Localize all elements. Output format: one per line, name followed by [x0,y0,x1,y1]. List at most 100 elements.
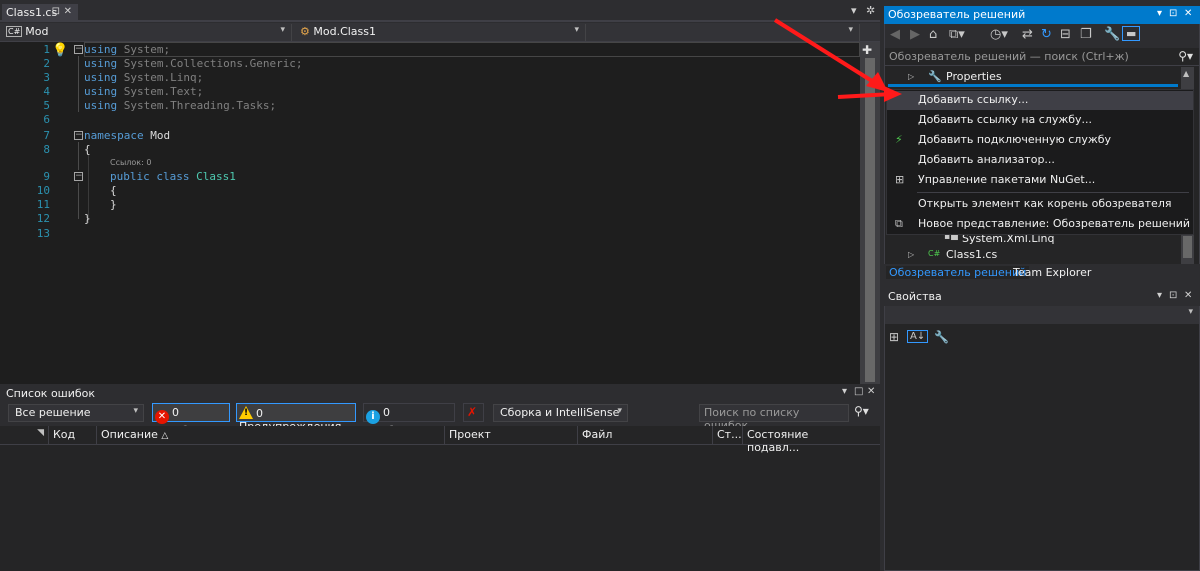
column-project[interactable]: Проект [444,426,577,445]
warnings-filter-button[interactable]: !0 Предупреждения [236,403,356,433]
member-dropdown[interactable]: ▾ [588,24,860,41]
close-icon[interactable]: ✕ [867,386,875,397]
close-tab-icon[interactable]: ✕ [64,6,72,17]
collapse-usings-icon[interactable]: − [74,45,83,54]
column-icon[interactable]: ◥ [2,426,48,445]
tab-team-explorer[interactable]: Team Explorer [1010,266,1094,279]
messages-filter-button[interactable]: i0 Сообщения [363,403,455,437]
class-icon: ⚙ [300,25,310,38]
settings-gear-icon[interactable]: ✲ [866,4,875,17]
codelens-references[interactable]: Ссылок: 0 [110,158,151,168]
project-dropdown[interactable]: C# Mod ▾ [2,24,292,41]
code-line: { [84,143,91,157]
plug-icon: ⚡ [895,133,903,146]
pin-icon[interactable]: ⊡ [1169,8,1177,19]
tree-item-label: Class1.cs [946,248,998,261]
categorized-icon[interactable]: ⊞ [889,330,899,344]
chevron-down-icon: ▾ [280,25,285,35]
close-icon[interactable]: ✕ [1184,8,1192,19]
back-icon[interactable]: ◀ [890,27,900,42]
code-text: { [84,143,91,156]
menu-item-label: Добавить анализатор... [918,153,1055,166]
switch-view-icon[interactable]: ⧉▾ [949,27,965,42]
class-dropdown[interactable]: ⚙ Mod.Class1 ▾ [296,24,586,41]
lightbulb-icon[interactable]: 💡 [52,43,68,58]
preview-selected-icon[interactable]: ▬ [1122,26,1141,41]
menu-item-scope-to-this[interactable]: Открыть элемент как корень обозревателя [887,195,1193,214]
collapse-class-icon[interactable]: − [74,172,83,181]
code-line: namespace Mod [84,129,170,143]
menu-item-add-reference[interactable]: Добавить ссылку... [887,91,1193,110]
collapse-namespace-icon[interactable]: − [74,131,83,140]
editor-scroll-thumb[interactable] [865,58,875,382]
chevron-down-icon[interactable]: ▾ [1157,8,1162,19]
tab-solution-explorer[interactable]: Обозреватель решений [886,266,1030,279]
solution-search-input[interactable]: Обозреватель решений — поиск (Ctrl+ж) ⚲▾ [885,48,1199,66]
warning-icon: ! [239,406,253,419]
fold-guide [78,183,79,219]
code-keyword: using [84,71,118,84]
search-icon[interactable]: ⚲▾ [854,404,869,418]
properties-wrench-icon[interactable]: 🔧 [1104,27,1120,42]
code-keyword: namespace [84,129,144,142]
properties-panel [884,288,1200,571]
errors-filter-button[interactable]: ✕0 Ошибки [152,403,230,437]
sync-icon[interactable]: ⇄ [1022,27,1033,42]
code-keyword: using [84,57,118,70]
error-search-input[interactable]: Поиск по списку ошибок [699,404,849,432]
scope-dropdown[interactable]: Все решение ▾ [8,404,144,422]
collapse-all-icon[interactable]: ⊟ [1060,27,1071,42]
pin-icon[interactable]: ⊡ [52,6,60,17]
solution-explorer-scroll-thumb[interactable] [1183,236,1192,258]
menu-item-new-view[interactable]: ⧉ Новое представление: Обозреватель решен… [887,215,1193,234]
menu-item-add-service-reference[interactable]: Добавить ссылку на службу... [887,111,1193,130]
tree-item-properties[interactable]: ▷ 🔧 Properties [886,69,1180,85]
column-line[interactable]: Ст... [712,426,742,445]
chevron-down-icon: ▾ [617,406,622,416]
code-keyword: public class [110,170,190,183]
code-line: using System.Threading.Tasks; [84,99,276,113]
chevron-down-icon[interactable]: ▾ [842,386,847,397]
column-suppression[interactable]: Состояние подавл... [742,426,862,454]
document-tab-class1[interactable]: Class1.cs ⊡ ✕ [2,4,78,22]
column-description-label: Описание [101,428,158,441]
scroll-up-icon[interactable]: ▲ [1183,69,1189,78]
line-number: 5 [43,99,50,112]
forward-icon[interactable]: ▶ [910,27,920,42]
menu-item-add-connected-service[interactable]: ⚡ Добавить подключенную службу [887,131,1193,150]
selection-indicator [888,84,1178,87]
column-file[interactable]: Файл [577,426,712,445]
code-keyword: using [84,43,118,56]
pending-changes-icon[interactable]: ◷▾ [990,27,1008,42]
property-pages-wrench-icon[interactable]: 🔧 [934,330,949,344]
tab-list-dropdown-icon[interactable]: ▾ [851,4,857,17]
maximize-icon[interactable]: □ [854,386,863,397]
alphabetical-sort-icon[interactable]: A↓ [907,330,929,343]
close-icon[interactable]: ✕ [1184,290,1192,301]
expand-icon[interactable]: ▷ [908,250,914,259]
info-icon: i [366,410,380,424]
expand-icon[interactable]: ▷ [908,72,914,81]
current-line-highlight [84,42,860,57]
split-window-icon[interactable]: ✚ [862,43,872,57]
tree-item-class1[interactable]: ▷ C# Class1.cs [886,247,1180,263]
menu-item-add-analyzer[interactable]: Добавить анализатор... [887,151,1193,170]
line-number: 13 [36,227,50,240]
clear-filter-button[interactable]: ✗ [463,403,484,422]
home-icon[interactable]: ⌂ [929,27,937,42]
menu-item-manage-nuget[interactable]: ⊞ Управление пакетами NuGet... [887,171,1193,190]
chevron-down-icon[interactable]: ▾ [1157,290,1162,301]
code-text: System.Text; [117,85,204,98]
column-description[interactable]: Описание △ [96,426,444,445]
menu-separator [917,192,1189,193]
build-filter-dropdown[interactable]: Сборка и IntelliSense ▾ [493,404,628,422]
properties-object-dropdown[interactable]: ▾ [885,306,1199,324]
refresh-icon[interactable]: ↻ [1041,27,1052,42]
chevron-down-icon: ▾ [1188,307,1193,317]
document-tab-title: Class1.cs [6,6,58,19]
error-list-title: Список ошибок [0,385,880,402]
column-code[interactable]: Код [48,426,96,445]
show-all-files-icon[interactable]: ❐ [1080,27,1092,42]
pin-icon[interactable]: ⊡ [1169,290,1177,301]
search-icon[interactable]: ⚲▾ [1178,49,1193,63]
